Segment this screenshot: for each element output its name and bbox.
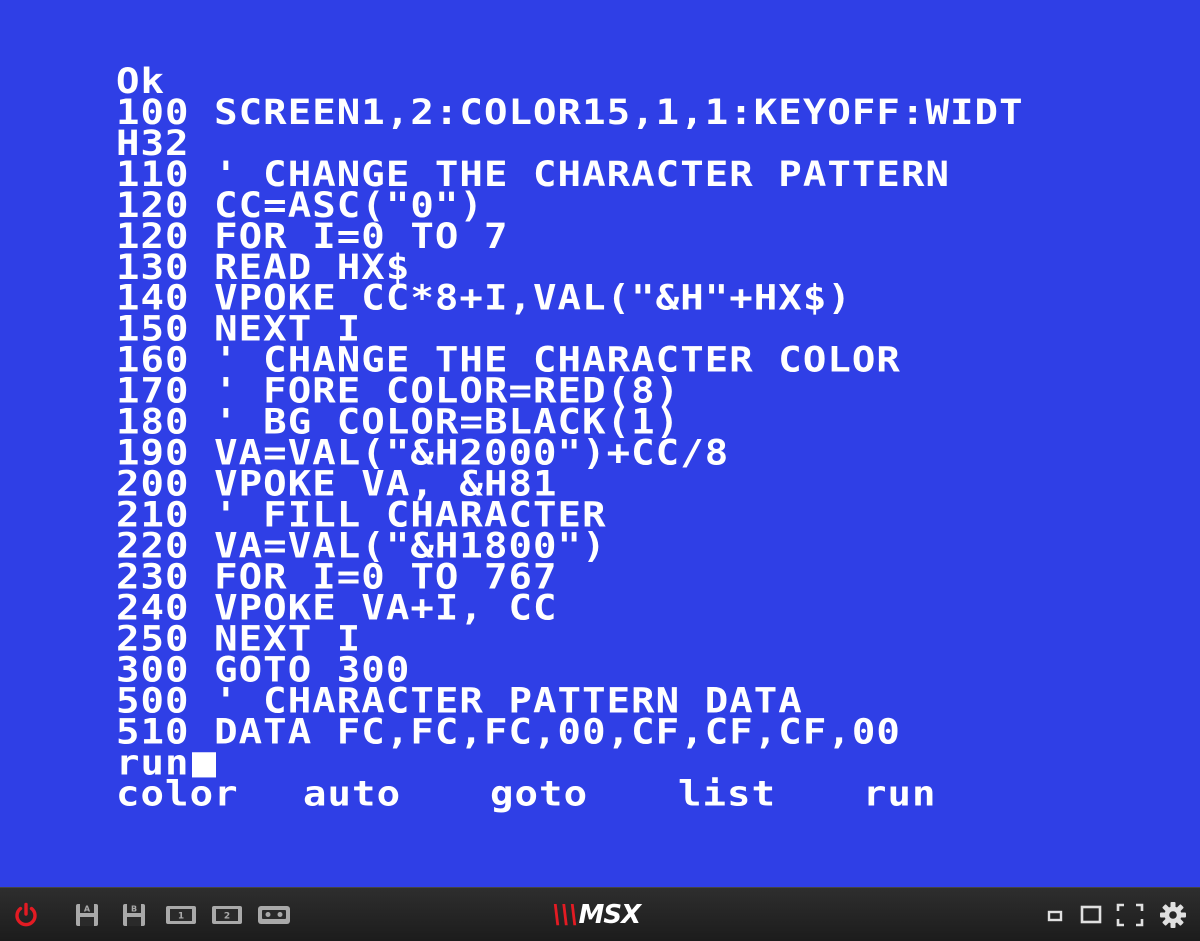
code-line: 230 FOR I=0 TO 767 [116,557,558,598]
code-line: 510 DATA FC,FC,FC,00,CF,CF,CF,00 [116,712,901,753]
logo-text: MSX [578,900,642,930]
disk-a-icon[interactable]: A [72,901,102,929]
input-line[interactable]: run [116,746,1024,781]
function-key-f2[interactable]: auto [303,777,401,812]
svg-text:A: A [84,905,91,914]
code-line: 120 FOR I=0 TO 7 [116,216,509,257]
emulator-toolbar: A B 1 2 \\\ MSX [0,887,1200,941]
cartridge-1-icon[interactable]: 1 [164,903,198,927]
window-screen-icon[interactable] [1078,902,1104,928]
code-line: 220 VA=VAL("&H1800") [116,526,607,567]
code-line: 500 ' CHARACTER PATTERN DATA [116,681,803,722]
code-line: 150 NEXT I [116,309,362,350]
code-line: 190 VA=VAL("&H2000")+CC/8 [116,433,730,474]
code-line: 170 ' FORE COLOR=RED(8) [116,371,681,412]
tape-icon[interactable] [256,903,292,927]
function-key-f5[interactable]: run [863,777,937,812]
code-line: 100 SCREEN1,2:COLOR15,1,1:KEYOFF:WIDT [116,92,1024,133]
code-line: 240 VPOKE VA+I, CC [116,588,558,629]
svg-text:B: B [131,905,137,914]
gear-icon[interactable] [1156,899,1190,931]
code-line: 110 ' CHANGE THE CHARACTER PATTERN [116,154,951,195]
basic-terminal[interactable]: Ok 100 SCREEN1,2:COLOR15,1,1:KEYOFF:WIDT… [116,61,1024,812]
code-line: 210 ' FILL CHARACTER [116,495,607,536]
svg-text:2: 2 [224,912,230,922]
disk-b-icon[interactable]: B [119,901,149,929]
code-line: 300 GOTO 300 [116,650,411,691]
function-key-f1[interactable]: color [116,777,239,812]
code-line: H32 [116,123,190,164]
function-key-f4[interactable]: list [678,777,776,812]
msx-screen[interactable]: Ok 100 SCREEN1,2:COLOR15,1,1:KEYOFF:WIDT… [0,0,1200,887]
ok-prompt: Ok [116,61,166,102]
code-line: 120 CC=ASC("0") [116,185,484,226]
function-key-bar: color auto goto list run [116,777,1024,812]
small-screen-icon[interactable] [1044,904,1066,926]
power-icon[interactable] [10,900,42,930]
function-key-f3[interactable]: goto [490,777,588,812]
svg-text:1: 1 [178,912,184,922]
code-line: 140 VPOKE CC*8+I,VAL("&H"+HX$) [116,278,852,319]
fullscreen-icon[interactable] [1114,901,1146,929]
msx-logo: \\\ MSX [552,900,642,930]
logo-mark: \\\ [552,900,578,930]
cartridge-2-icon[interactable]: 2 [210,903,244,927]
